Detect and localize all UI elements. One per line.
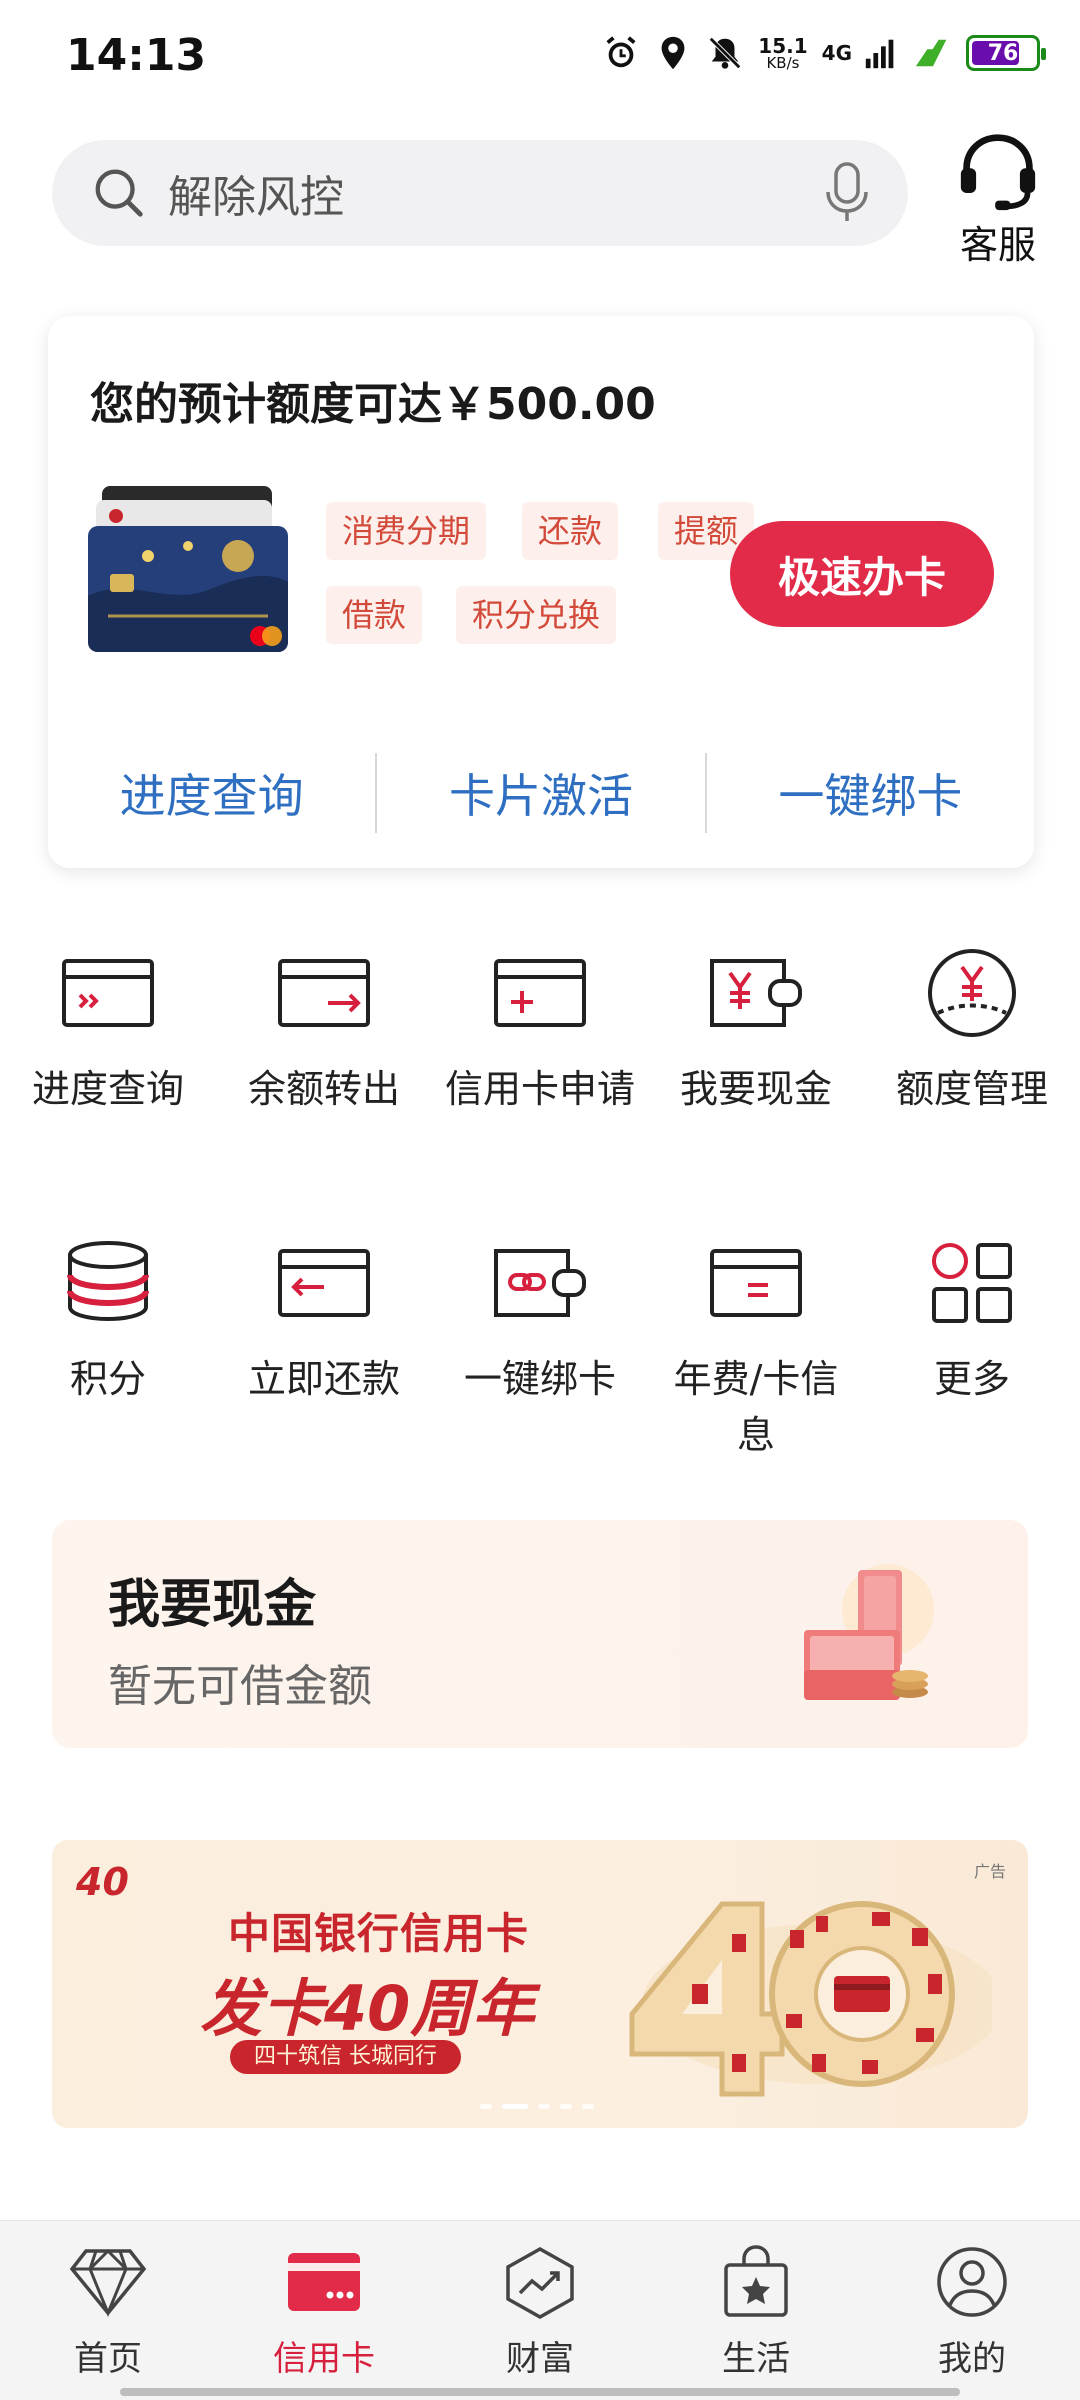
credit-card-icon [288,2253,360,2311]
cash-wallet-icon [710,959,802,1027]
service-card-apply[interactable]: 信用卡申请 [432,945,648,1117]
service-balance-transfer[interactable]: 余额转出 [216,945,432,1117]
progress-card-icon [62,959,154,1027]
link-bind-card[interactable]: 一键绑卡 [707,748,1034,838]
tag-points-exchange[interactable]: 积分兑换 [456,586,617,644]
charging-bolt-icon [915,39,947,67]
quick-apply-button[interactable]: 极速办卡 [730,521,994,627]
promo-links: 进度查询 卡片激活 一键绑卡 [48,748,1034,838]
service-progress-query[interactable]: 进度查询 [0,945,216,1117]
header: 解除风控 客服 [0,120,1080,290]
link-progress-query[interactable]: 进度查询 [48,748,375,838]
tag-loan[interactable]: 借款 [326,586,423,644]
carousel-dots [480,2104,594,2109]
mute-bell-icon [709,37,742,69]
limit-manage-icon [928,949,1016,1037]
credit-card-image[interactable] [88,486,288,658]
shopping-bag-icon [724,2245,788,2317]
status-bar: 14:13 15.1 KB/s 4G 76 [0,0,1080,120]
money-stack-icon [804,1564,934,1700]
nav-life[interactable]: 生活 [648,2221,864,2400]
nav-profile[interactable]: 我的 [864,2221,1080,2400]
nav-home[interactable]: 首页 [0,2221,216,2400]
location-icon [661,36,685,70]
diamond-icon [69,2248,147,2317]
tag-installment[interactable]: 消费分期 [326,502,487,560]
nav-credit-card[interactable]: 信用卡 [216,2221,432,2400]
credit-limit-title: 您的预计额度可达￥500.00 [90,379,656,430]
card-promo-panel: 您的预计额度可达￥500.00 消费分期 还款 提额 借款 积分兑换 极速办卡 … [48,316,1034,868]
network-speed: 15.1 KB/s [758,33,808,72]
status-icons: 15.1 KB/s 4G 76 [602,33,1046,72]
ad-slogan: 四十筑信 长城同行 [230,2040,461,2074]
card-apply-icon [494,959,586,1027]
search-icon [95,169,143,217]
ad-headline-bank: 中国银行信用卡 [228,1909,530,1958]
link-card-activate[interactable]: 卡片激活 [377,748,704,838]
bottom-navigation: 首页 信用卡 财富 生活 我的 [0,2220,1080,2400]
service-repay-now[interactable]: 立即还款 [216,1235,432,1407]
tag-repay[interactable]: 还款 [522,502,619,560]
service-limit-manage[interactable]: 额度管理 [864,945,1080,1117]
ad-headline-anniversary: 发卡40周年 [200,1972,535,2045]
signal-icon [865,39,894,69]
microphone-icon[interactable] [822,162,872,224]
cash-title: 我要现金 [108,1575,317,1635]
search-input[interactable]: 解除风控 [168,161,822,225]
service-more[interactable]: 更多 [864,1235,1080,1407]
home-indicator[interactable] [120,2388,960,2396]
service-get-cash[interactable]: 我要现金 [648,945,864,1117]
card-info-icon [710,1249,802,1317]
service-points[interactable]: 积分 [0,1235,216,1407]
bind-card-icon [494,1249,586,1317]
anniversary-40-artwork [629,1901,992,2097]
more-grid-icon [932,1243,1012,1323]
carousel-dot[interactable] [582,2104,594,2109]
service-card-info[interactable]: 年费/卡信息 [648,1235,864,1463]
repay-icon [278,1249,370,1317]
carousel-dot[interactable] [480,2104,492,2109]
balance-transfer-icon [278,959,370,1027]
carousel-dot[interactable] [538,2104,550,2109]
points-coins-icon [67,1241,149,1322]
service-bind-card[interactable]: 一键绑卡 [432,1235,648,1407]
wealth-chart-icon [506,2246,574,2319]
headset-icon [960,134,1036,211]
profile-icon [937,2247,1007,2317]
nav-wealth[interactable]: 财富 [432,2221,648,2400]
alarm-icon [606,36,636,68]
status-time: 14:13 [66,30,207,81]
ad-logo: 40 [76,1860,129,1904]
carousel-dot-active[interactable] [502,2104,528,2109]
carousel-dot[interactable] [560,2104,572,2109]
customer-service-button[interactable]: 客服 [948,132,1048,269]
cash-banner[interactable]: 我要现金 暂无可借金额 [52,1520,1028,1748]
battery-indicator: 76 [966,35,1046,71]
ad-banner[interactable]: 广告 40 中国银行信用卡 发卡40周年 四十筑信 长城同行 [52,1840,1028,2128]
cash-subtitle: 暂无可借金额 [108,1661,372,1712]
network-type: 4G [821,41,852,65]
search-bar[interactable]: 解除风控 [52,140,908,246]
